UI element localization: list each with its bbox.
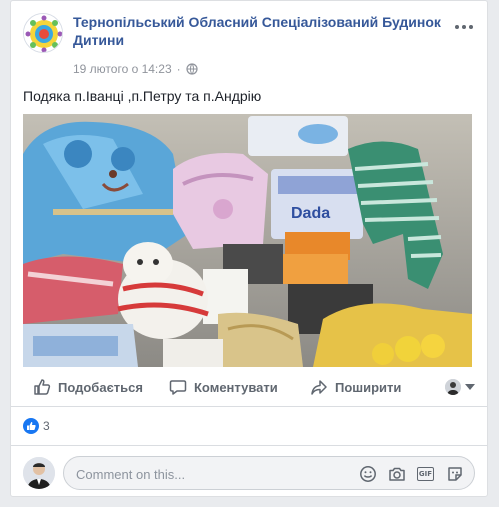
comment-bubble-icon: [169, 380, 187, 395]
share-button[interactable]: Поширити: [310, 369, 401, 405]
more-options-icon[interactable]: [455, 21, 473, 33]
comment-button[interactable]: Коментувати: [169, 369, 278, 405]
post-card: Тернопільський Обласний Спеціалізований …: [10, 0, 488, 497]
post-timestamp[interactable]: 19 лютого о 14:23: [73, 62, 172, 76]
comment-input[interactable]: [76, 465, 346, 483]
globe-icon[interactable]: [186, 63, 198, 75]
reaction-count: 3: [43, 419, 50, 433]
meta-separator: ·: [176, 62, 181, 76]
post-action-bar: Подобається Коментувати Поширити: [23, 369, 475, 405]
avatar[interactable]: [23, 457, 55, 489]
thumbs-up-icon: [34, 379, 51, 395]
share-arrow-icon: [311, 380, 327, 395]
gif-icon[interactable]: GIF: [416, 464, 435, 483]
page-logo-icon: [24, 14, 62, 52]
comment-label: Коментувати: [194, 379, 278, 395]
sticker-icon[interactable]: [445, 464, 464, 483]
comment-box: GIF: [63, 456, 475, 490]
like-label: Подобається: [58, 379, 143, 395]
page-name-link[interactable]: Тернопільський Обласний Спеціалізований …: [73, 13, 453, 49]
post-meta: 19 лютого о 14:23 ·: [73, 62, 198, 76]
donations-photo-image: Dada: [23, 114, 472, 367]
share-label: Поширити: [335, 379, 402, 395]
emoji-icon[interactable]: [358, 464, 377, 483]
divider: [11, 445, 487, 446]
post-photo[interactable]: Dada: [23, 114, 472, 367]
like-button[interactable]: Подобається: [33, 369, 143, 405]
divider: [11, 406, 487, 407]
camera-icon[interactable]: [387, 464, 406, 483]
page-avatar[interactable]: [23, 13, 63, 53]
chevron-down-icon: [465, 384, 475, 390]
reactions-summary[interactable]: 3: [23, 418, 50, 434]
svg-text:Dada: Dada: [291, 205, 330, 222]
post-text: Подяка п.Іванці ,п.Петру та п.Андрію: [23, 88, 262, 104]
comment-tools: GIF: [358, 464, 464, 483]
post-as-selector[interactable]: [445, 369, 475, 405]
comment-composer: GIF: [23, 456, 475, 490]
user-small-avatar: [445, 379, 461, 395]
like-reaction-icon: [23, 418, 39, 434]
